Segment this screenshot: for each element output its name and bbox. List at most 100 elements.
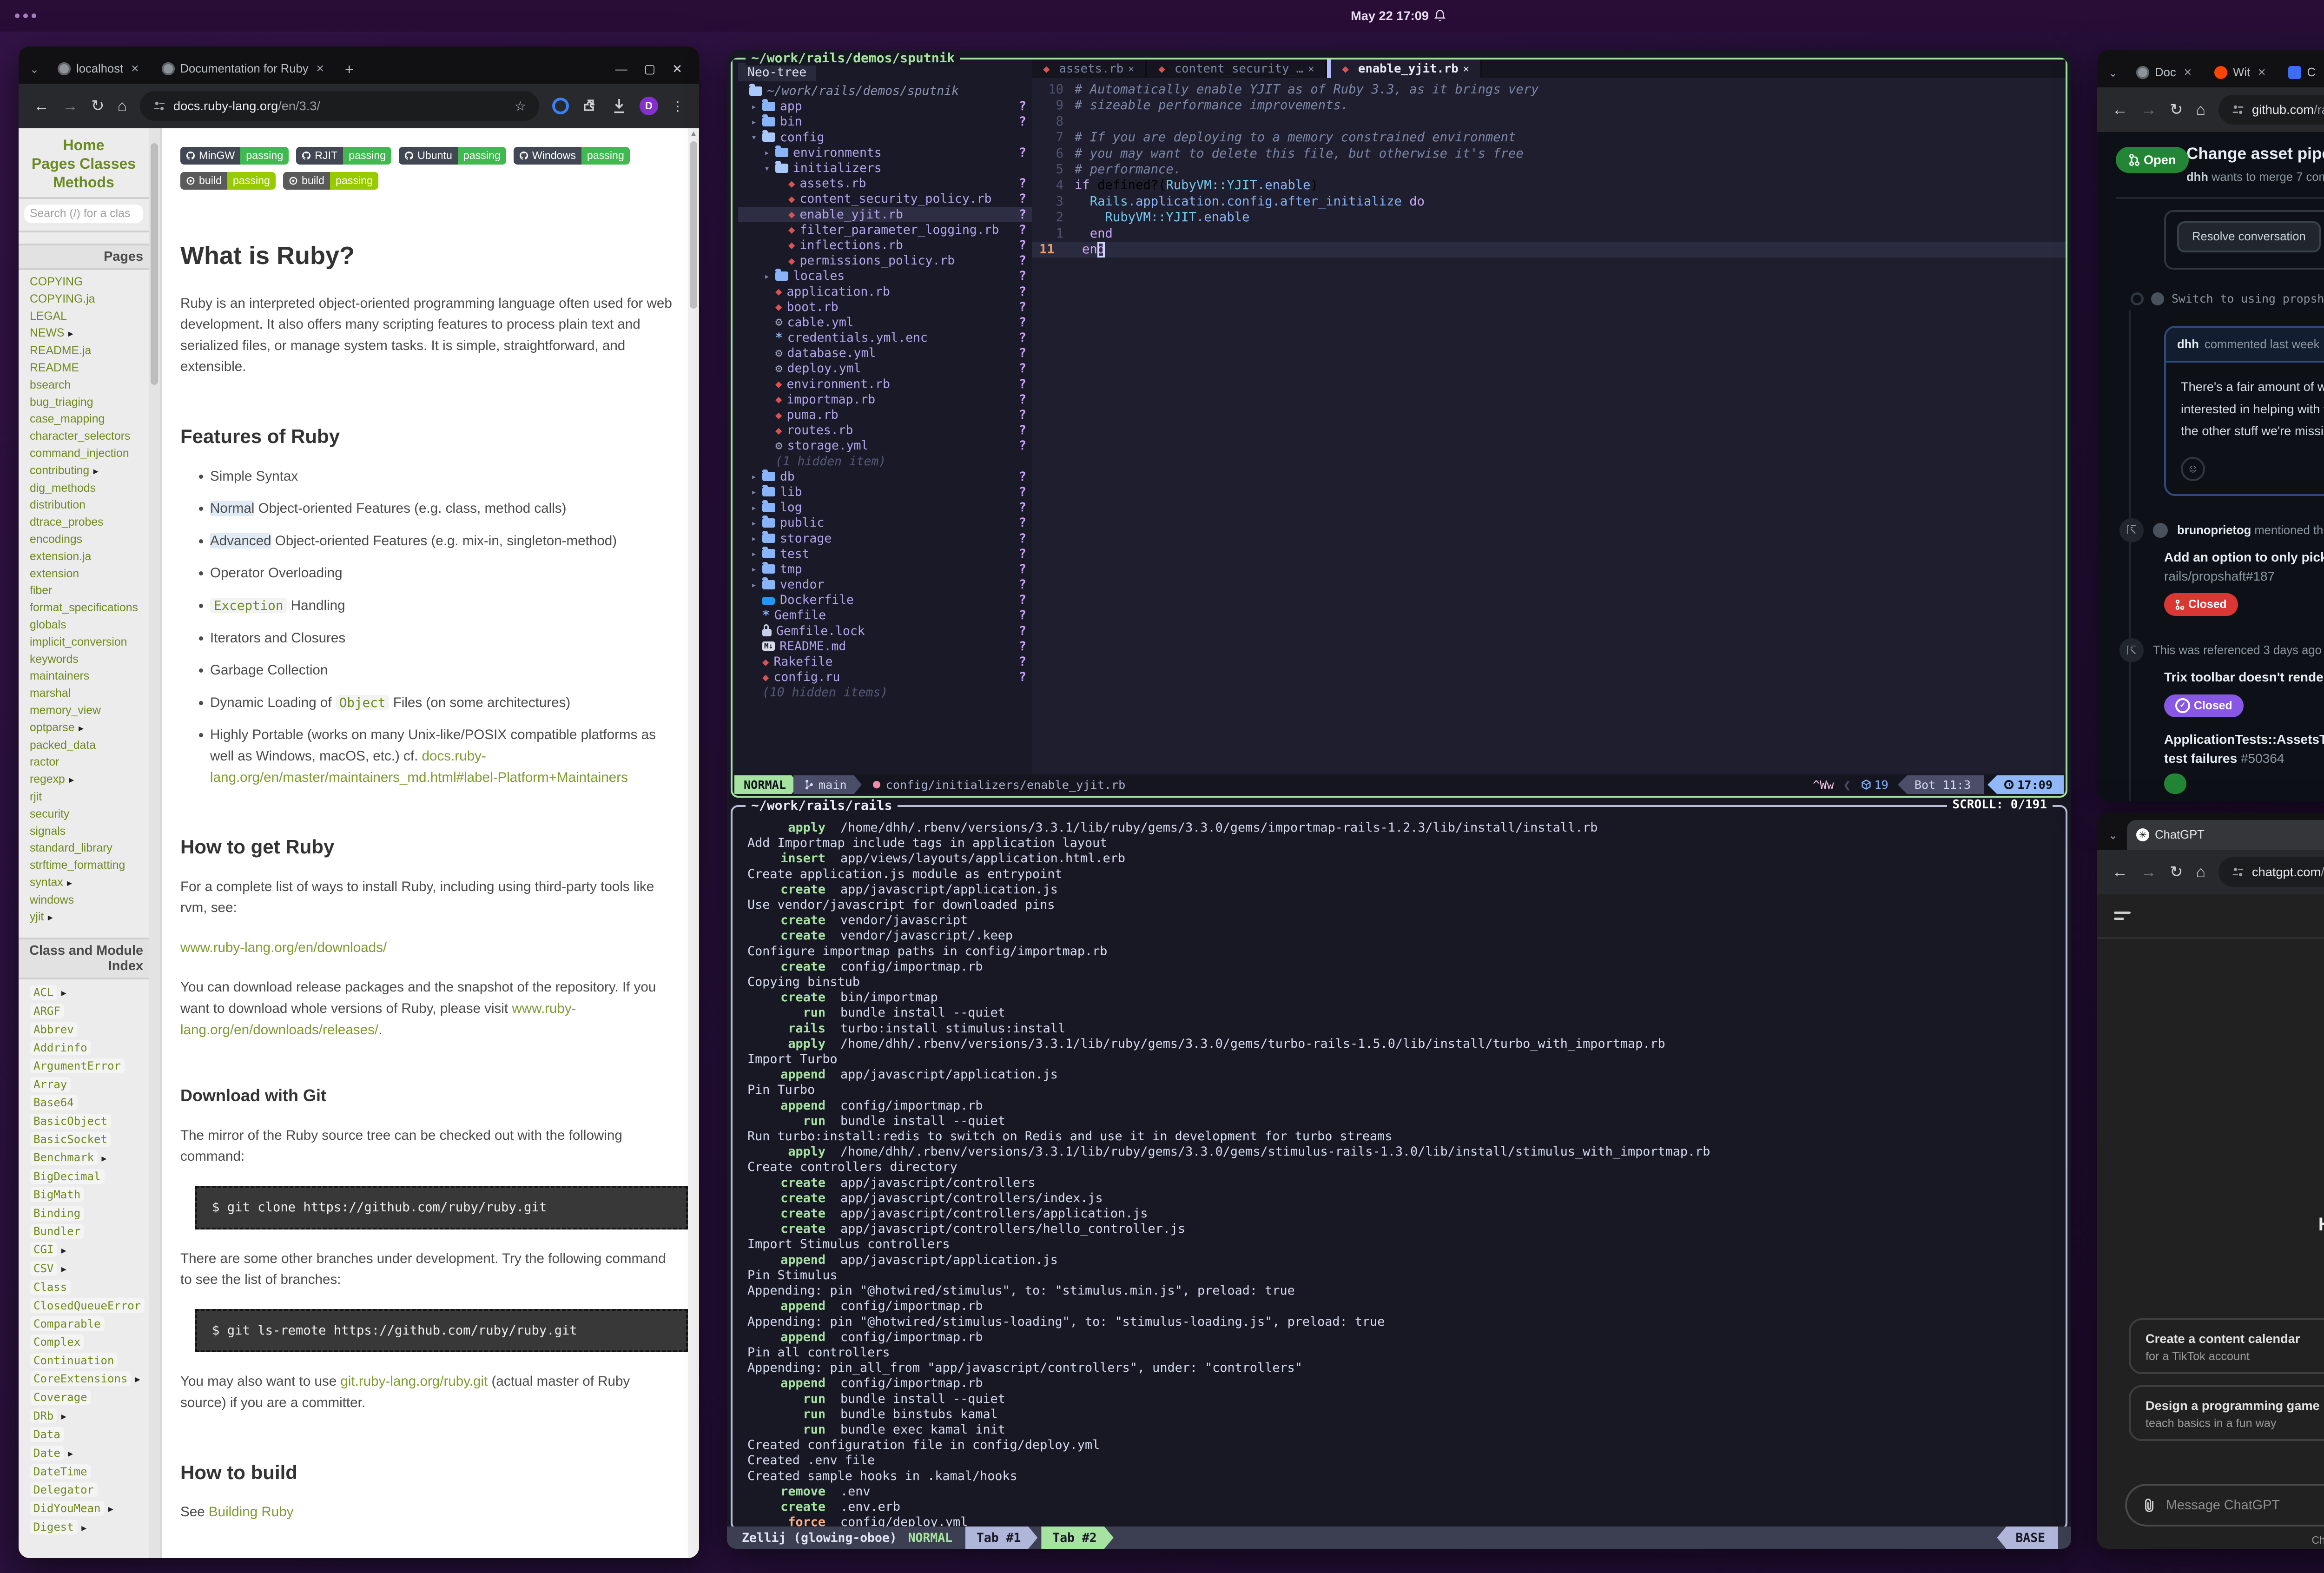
expand-arrow-icon[interactable]: ►	[64, 1449, 75, 1459]
expand-arrow-icon[interactable]: ►	[89, 467, 100, 476]
sidebar-page-link[interactable]: README.ja	[30, 343, 160, 360]
forward-icon[interactable]: →	[2141, 863, 2157, 881]
shell-output[interactable]: apply /home/dhh/.rbenv/versions/3.3.1/li…	[733, 807, 2066, 1527]
tree-row[interactable]: ◆ enable_yjit.rb ?	[738, 206, 1032, 222]
expand-arrow-icon[interactable]: ►	[131, 1375, 142, 1384]
tree-row[interactable]: M↓ README.md ?	[738, 639, 1032, 654]
tree-row[interactable]: ▸ public ?	[738, 515, 1032, 530]
address-bar[interactable]: chatgpt.com/?oai-dm=1 ☆	[2218, 857, 2324, 887]
close-buffer-icon[interactable]: ✕	[1308, 63, 1314, 75]
commit-message[interactable]: Switch to using propshaft as the default…	[2172, 290, 2324, 307]
ci-badge[interactable]: build passing	[180, 172, 276, 190]
sidebar-page-link[interactable]: LEGAL	[30, 308, 160, 325]
tree-row[interactable]: ◆ assets.rb ?	[738, 176, 1032, 191]
git-mirror-link[interactable]: git.ruby-lang.org/ruby.git	[340, 1374, 488, 1389]
tree-row[interactable]: ▸ test ?	[738, 546, 1032, 562]
expand-arrow-icon[interactable]: ►	[75, 724, 86, 733]
git-lsremote-command[interactable]: $ git ls-remote https://github.com/ruby/…	[195, 1309, 688, 1353]
sidebar-class-link[interactable]: Coverage	[30, 1388, 160, 1407]
clock[interactable]: May 22 17:09	[1351, 8, 1446, 23]
buffer-tab[interactable]: ◆ enable_yjit.rb ✕	[1327, 59, 1482, 78]
sidebar-class-link[interactable]: CoreExtensions ►	[30, 1369, 160, 1388]
sidebar-page-link[interactable]: standard_library	[30, 840, 160, 857]
tree-row[interactable]: ◆ routes.rb ?	[738, 423, 1032, 438]
address-bar[interactable]: docs.ruby-lang.org/en/3.3/ ☆	[140, 91, 539, 121]
expand-arrow-icon[interactable]: ►	[98, 1154, 108, 1163]
referenced-issue-title[interactable]: Trix toolbar doesn't render correctly wi…	[2164, 668, 2324, 687]
tree-row[interactable]: ◆ environment.rb ?	[738, 377, 1032, 392]
building-ruby-link[interactable]: Building Ruby	[209, 1504, 294, 1520]
sidebar-page-link[interactable]: ractor	[30, 754, 160, 771]
back-icon[interactable]: ←	[2112, 101, 2128, 119]
tree-row[interactable]: ◆ boot.rb ?	[738, 299, 1032, 315]
tree-row[interactable]: ▸ storage ?	[738, 530, 1032, 546]
sidebar-page-link[interactable]: case_mapping	[30, 411, 160, 428]
git-clone-command[interactable]: $ git clone https://github.com/ruby/ruby…	[195, 1186, 688, 1229]
sidebar-page-link[interactable]: regexp ►	[30, 771, 160, 789]
tree-chevron-icon[interactable]: ▸	[751, 579, 762, 590]
expand-arrow-icon[interactable]: ►	[44, 913, 54, 922]
comment-author[interactable]: dhh	[2177, 336, 2199, 353]
downloads-icon[interactable]	[612, 98, 627, 114]
tree-chevron-icon[interactable]: ▾	[764, 163, 775, 174]
commit-row[interactable]: Switch to using propshaft as the default…	[2131, 290, 2324, 307]
tree-row[interactable]: * credentials.yml.enc ?	[738, 330, 1032, 345]
expand-arrow-icon[interactable]: ►	[57, 1265, 68, 1274]
sidebar-page-link[interactable]: NEWS ►	[30, 325, 160, 343]
sidebar-class-link[interactable]: DidYouMean ►	[30, 1499, 160, 1518]
buffer-tab[interactable]: ◆ content_security_… ✕	[1147, 59, 1327, 78]
sidebar-class-link[interactable]: Digest ►	[30, 1518, 160, 1537]
tab-search-icon[interactable]: ⌄	[28, 63, 45, 84]
sidebar-page-link[interactable]: dig_methods	[30, 480, 160, 497]
scroll-up-arrow[interactable]: ▲	[688, 128, 699, 139]
sidebar-class-link[interactable]: ClosedQueueError	[30, 1296, 160, 1315]
sidebar-page-link[interactable]: marshal	[30, 685, 160, 702]
tree-chevron-icon[interactable]: ▸	[764, 147, 775, 158]
browser-tab[interactable]: Doc ✕	[2127, 58, 2201, 87]
tree-row[interactable]: Gemfile.lock ?	[738, 623, 1032, 639]
ci-badge[interactable]: Ubuntu passing	[399, 147, 506, 165]
reload-icon[interactable]: ↻	[91, 97, 105, 115]
tree-row[interactable]: ⚙ storage.yml ?	[738, 438, 1032, 453]
tree-row[interactable]: ~/work/rails/demos/sputnik	[738, 83, 1032, 99]
sidebar-class-link[interactable]: Comparable	[30, 1315, 160, 1333]
tree-chevron-icon[interactable]: ▸	[751, 563, 762, 575]
sidebar-page-link[interactable]: memory_view	[30, 702, 160, 720]
tree-row[interactable]: (10 hidden items)	[738, 685, 1032, 700]
tree-chevron-icon[interactable]: ▸	[751, 486, 762, 497]
ci-badge[interactable]: RJIT passing	[296, 147, 392, 165]
maximize-icon[interactable]: ▢	[644, 62, 656, 76]
tree-row[interactable]: ▸ environments ?	[738, 145, 1032, 160]
close-icon[interactable]: ✕	[672, 62, 682, 76]
tree-row[interactable]: ▸ app ?	[738, 99, 1032, 114]
back-icon[interactable]: ←	[33, 97, 49, 115]
tree-row[interactable]: ◆ inflections.rb ?	[738, 238, 1032, 253]
new-tab-button[interactable]: +	[337, 61, 361, 84]
sidebar-class-link[interactable]: Base64	[30, 1094, 160, 1112]
sidebar-page-link[interactable]: extension	[30, 566, 160, 583]
expand-arrow-icon[interactable]: ►	[64, 329, 75, 338]
minimize-icon[interactable]: —	[615, 62, 627, 76]
browser-tab[interactable]: ✳ ChatGPT ✕	[2127, 820, 2324, 850]
sidebar-class-link[interactable]: BasicObject	[30, 1112, 160, 1130]
zellij-tab[interactable]: Tab #1	[965, 1527, 1037, 1549]
close-buffer-icon[interactable]: ✕	[1463, 63, 1469, 75]
tree-row[interactable]: ◆ Rakefile ?	[738, 654, 1032, 669]
mention-pr-title[interactable]: Add an option to only pick assets from a…	[2164, 548, 2324, 586]
bookmark-star-icon[interactable]: ☆	[515, 99, 526, 114]
tree-row[interactable]: ▸ tmp ?	[738, 562, 1032, 577]
sidebar-class-link[interactable]: BasicSocket	[30, 1130, 160, 1148]
site-settings-icon[interactable]	[153, 99, 166, 112]
tree-row[interactable]: ▸ vendor ?	[738, 577, 1032, 592]
browser-profile-avatar[interactable]: D	[640, 97, 658, 115]
sidebar-page-link[interactable]: syntax ►	[30, 874, 160, 892]
downloads-link[interactable]: www.ruby-lang.org/en/downloads/	[180, 940, 387, 955]
sidebar-home-link[interactable]: Home	[22, 136, 145, 154]
sidebar-class-link[interactable]: BigMath	[30, 1186, 160, 1204]
tree-row[interactable]: ◆ content_security_policy.rb ?	[738, 191, 1032, 206]
shell-pane[interactable]: ~/work/rails/rails SCROLL: 0/191 apply /…	[731, 798, 2067, 1530]
tree-row[interactable]: ▾ config	[738, 130, 1032, 145]
sidebar-class-link[interactable]: Date ►	[30, 1444, 160, 1462]
sidebar-class-link[interactable]: Continuation	[30, 1351, 160, 1369]
sidebar-class-link[interactable]: Bundler	[30, 1222, 160, 1240]
